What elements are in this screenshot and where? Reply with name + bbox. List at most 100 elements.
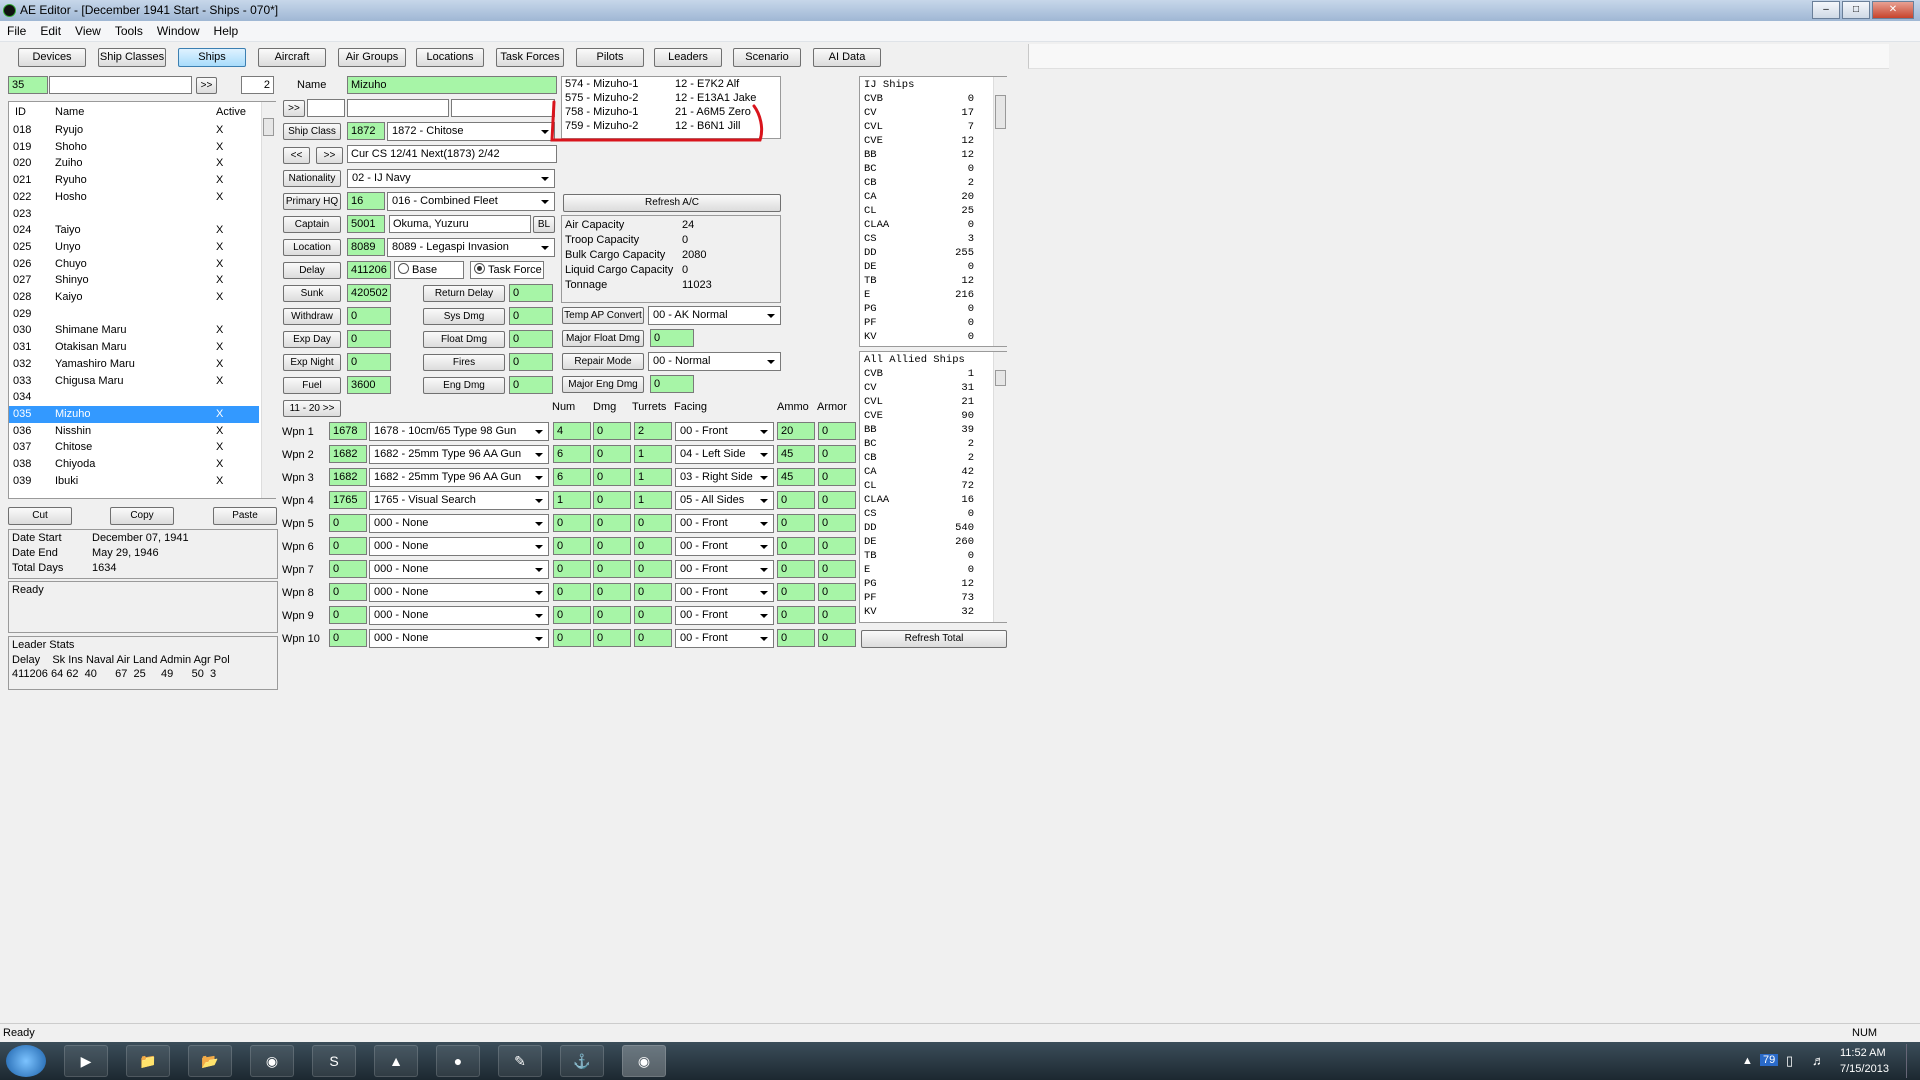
weapon-dmg-input[interactable]: 0 [593,606,631,624]
table-row[interactable]: 029 [9,306,259,323]
weapon-facing-select[interactable]: 00 - Front [675,560,774,579]
table-row[interactable]: 028 Kaiyo X [9,289,259,306]
list-scrollbar[interactable] [261,102,276,498]
weapon-turrets-input[interactable]: 1 [634,491,672,509]
paste-button[interactable]: Paste [213,507,277,525]
weapon-facing-select[interactable]: 00 - Front [675,422,774,441]
weapon-select[interactable]: 000 - None [369,514,549,533]
fuel-button[interactable]: Fuel [283,377,341,394]
major-eng-button[interactable]: Major Eng Dmg [562,376,644,393]
table-row[interactable]: 033 Chigusa Maru X [9,373,259,390]
browser-icon[interactable]: ◉ [250,1045,294,1077]
table-row[interactable]: 032 Yamashiro Maru X [9,356,259,373]
weapon-turrets-input[interactable]: 2 [634,422,672,440]
weapon-armor-input[interactable]: 0 [818,445,856,463]
repair-mode-select[interactable]: 00 - Normal [648,352,781,371]
weapon-select[interactable]: 1682 - 25mm Type 96 AA Gun [369,468,549,487]
nationality-select[interactable]: 02 - IJ Navy [347,169,555,188]
table-row[interactable]: 025 Unyo X [9,239,259,256]
weapon-dmg-input[interactable]: 0 [593,560,631,578]
weapon-facing-select[interactable]: 04 - Left Side [675,445,774,464]
tab-ai-data[interactable]: AI Data [813,48,881,67]
weapon-num-input[interactable]: 1 [553,491,591,509]
withdraw-input[interactable]: 0 [347,307,391,325]
ij-scrollbar[interactable] [993,77,1008,346]
weapon-dmg-input[interactable]: 0 [593,491,631,509]
list-scroll-thumb[interactable] [263,118,274,136]
task-force-radio[interactable]: Task Force [470,261,544,279]
maximize-button[interactable]: □ [1842,1,1870,19]
float-dmg-button[interactable]: Float Dmg [423,331,505,348]
weapon-id-input[interactable]: 1682 [329,445,367,463]
table-row[interactable]: 020 Zuiho X [9,155,259,172]
exp-day-input[interactable]: 0 [347,330,391,348]
location-id[interactable]: 8089 [347,238,385,256]
close-button[interactable]: ✕ [1872,1,1914,19]
weapon-id-input[interactable]: 1678 [329,422,367,440]
major-float-button[interactable]: Major Float Dmg [562,330,644,347]
menu-view[interactable]: View [68,21,108,41]
tray-arrow-icon[interactable]: ▲ [1742,1055,1753,1067]
table-row[interactable]: 019 Shoho X [9,139,259,156]
weapon-ammo-input[interactable]: 0 [777,629,815,647]
withdraw-button[interactable]: Withdraw [283,308,341,325]
delay-button[interactable]: Delay [283,262,341,279]
weapon-turrets-input[interactable]: 0 [634,629,672,647]
menu-help[interactable]: Help [207,21,246,41]
menu-window[interactable]: Window [150,21,207,41]
temp-ap-button[interactable]: Temp AP Convert [562,307,644,324]
temp-ap-select[interactable]: 00 - AK Normal [648,306,781,325]
weapon-armor-input[interactable]: 0 [818,629,856,647]
weapon-id-input[interactable]: 0 [329,514,367,532]
task-force-radio-dot[interactable] [474,263,485,274]
weapon-num-input[interactable]: 0 [553,560,591,578]
weapon-id-input[interactable]: 0 [329,583,367,601]
exp-night-input[interactable]: 0 [347,353,391,371]
allied-scrollbar[interactable] [993,352,1008,622]
weapon-armor-input[interactable]: 0 [818,537,856,555]
weapon-ammo-input[interactable]: 0 [777,537,815,555]
float-dmg-input[interactable]: 0 [509,330,553,348]
weapon-id-input[interactable]: 1682 [329,468,367,486]
table-row[interactable]: 036 Nisshin X [9,423,259,440]
search-input[interactable] [49,76,192,94]
table-row[interactable]: 031 Otakisan Maru X [9,339,259,356]
weapon-turrets-input[interactable]: 0 [634,514,672,532]
sys-dmg-input[interactable]: 0 [509,307,553,325]
table-row[interactable]: 038 Chiyoda X [9,456,259,473]
weapon-facing-select[interactable]: 03 - Right Side [675,468,774,487]
weapon-dmg-input[interactable]: 0 [593,445,631,463]
explorer-icon[interactable]: 📁 [126,1045,170,1077]
menu-edit[interactable]: Edit [33,21,68,41]
allied-scroll-thumb[interactable] [995,370,1006,386]
go-button[interactable]: >> [196,77,217,94]
weapon-num-input[interactable]: 0 [553,606,591,624]
weapon-id-input[interactable]: 0 [329,560,367,578]
id-input[interactable]: 35 [8,76,48,94]
weapon-id-input[interactable]: 0 [329,606,367,624]
list-item[interactable]: 574 - Mizuho-1 12 - E7K2 Alf [565,78,775,92]
hq-select[interactable]: 016 - Combined Fleet [387,192,555,211]
table-row[interactable]: 039 Ibuki X [9,473,259,490]
weapon-num-input[interactable]: 0 [553,514,591,532]
skype-icon[interactable]: S [312,1045,356,1077]
paint-icon[interactable]: ● [436,1045,480,1077]
weapon-num-input[interactable]: 6 [553,468,591,486]
weapon-turrets-input[interactable]: 0 [634,606,672,624]
weapon-turrets-input[interactable]: 0 [634,583,672,601]
refresh-ac-button[interactable]: Refresh A/C [563,194,781,212]
weapon-ammo-input[interactable]: 0 [777,606,815,624]
weapon-armor-input[interactable]: 0 [818,491,856,509]
show-desktop-button[interactable] [1906,1044,1919,1078]
weapon-turrets-input[interactable]: 0 [634,560,672,578]
weapon-facing-select[interactable]: 00 - Front [675,537,774,556]
media-player-icon[interactable]: ▶ [64,1045,108,1077]
prev-class-button[interactable]: << [283,147,310,164]
next-record-button[interactable]: >> [283,100,305,117]
delay-input[interactable]: 411206 [347,261,391,279]
fires-input[interactable]: 0 [509,353,553,371]
base-radio-dot[interactable] [398,263,409,274]
weapon-facing-select[interactable]: 00 - Front [675,583,774,602]
weapon-dmg-input[interactable]: 0 [593,422,631,440]
ship-class-select[interactable]: 1872 - Chitose [387,122,555,141]
